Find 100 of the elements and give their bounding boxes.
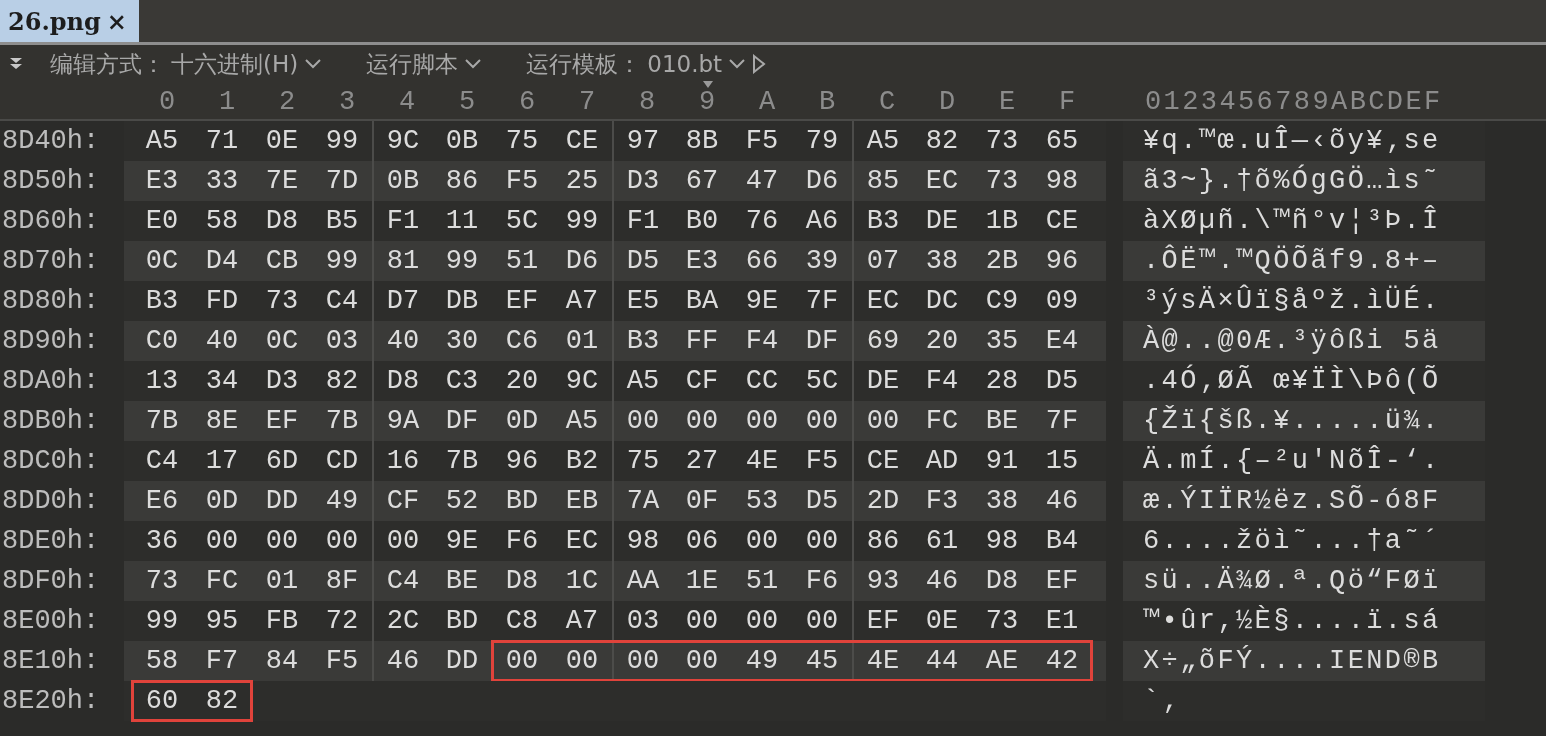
hex-byte: FC — [924, 405, 960, 438]
column-header: 0 — [158, 87, 176, 117]
hex-byte: D6 — [564, 245, 600, 278]
hex-byte: 9E — [744, 285, 780, 318]
hex-byte: 98 — [1044, 165, 1080, 198]
hex-byte: 58 — [144, 645, 180, 678]
hex-byte: 98 — [984, 525, 1020, 558]
chevron-down-icon[interactable] — [304, 58, 323, 70]
column-header: C — [878, 87, 896, 117]
hex-byte: FB — [264, 605, 300, 638]
hex-byte: E6 — [144, 485, 180, 518]
hex-byte: F4 — [744, 325, 780, 358]
hex-byte: 00 — [804, 405, 840, 438]
row-address: 8DC0h: — [1, 446, 101, 476]
hex-byte: 36 — [144, 525, 180, 558]
hex-byte: D5 — [804, 485, 840, 518]
hex-byte: D8 — [264, 205, 300, 238]
hex-byte: EC — [924, 165, 960, 198]
column-header: A — [758, 87, 776, 117]
row-address: 8DF0h: — [1, 566, 101, 596]
row-address: 8D70h: — [1, 246, 101, 276]
hex-byte: EC — [564, 525, 600, 558]
hex-byte: 00 — [324, 525, 360, 558]
hex-byte: 49 — [744, 645, 780, 678]
hex-byte: 7E — [264, 165, 300, 198]
hex-byte: 82 — [324, 365, 360, 398]
hex-byte: CF — [684, 365, 720, 398]
hex-byte: 49 — [324, 485, 360, 518]
hex-byte: 7F — [804, 285, 840, 318]
hex-byte: D6 — [804, 165, 840, 198]
hex-byte: 96 — [1044, 245, 1080, 278]
hex-byte: 34 — [204, 365, 240, 398]
hex-byte: 13 — [144, 365, 180, 398]
hex-byte: 67 — [684, 165, 720, 198]
hex-byte: 51 — [744, 565, 780, 598]
hex-byte: D3 — [264, 365, 300, 398]
column-header: 8 — [638, 87, 656, 117]
row-address: 8E10h: — [1, 646, 101, 676]
hex-byte: 0D — [204, 485, 240, 518]
hex-byte: 4E — [744, 445, 780, 478]
hex-byte: D8 — [504, 565, 540, 598]
chevron-down-icon[interactable] — [464, 58, 483, 70]
hex-byte: 99 — [144, 605, 180, 638]
file-tab[interactable]: 26.png × — [0, 0, 139, 42]
hex-byte: E3 — [684, 245, 720, 278]
row-address: 8E00h: — [1, 606, 101, 636]
hex-byte: 82 — [204, 685, 240, 718]
column-header: 4 — [398, 87, 416, 117]
hex-byte: 09 — [1044, 285, 1080, 318]
hex-byte: 73 — [984, 605, 1020, 638]
ascii-text: sü..Ä¾Ø.ª.Qö“FØï — [1123, 561, 1485, 601]
hex-byte: 00 — [564, 645, 600, 678]
hex-byte: 99 — [324, 245, 360, 278]
hex-byte: 86 — [444, 165, 480, 198]
hex-byte: EF — [1044, 565, 1080, 598]
hex-byte: 1C — [564, 565, 600, 598]
hex-byte: CB — [264, 245, 300, 278]
edit-as-value[interactable]: 十六进制(H) — [171, 48, 299, 80]
column-header: F — [1058, 87, 1076, 117]
ascii-text: X÷„õFÝ....IEND®B — [1123, 641, 1485, 681]
hex-byte: 00 — [504, 645, 540, 678]
hex-byte: BD — [504, 485, 540, 518]
hex-byte: 20 — [504, 365, 540, 398]
hex-byte: 8F — [324, 565, 360, 598]
hex-byte: 00 — [684, 405, 720, 438]
hex-byte: A5 — [564, 405, 600, 438]
hex-byte: 61 — [924, 525, 960, 558]
column-header: 3 — [338, 87, 356, 117]
play-icon[interactable] — [752, 54, 767, 74]
hex-byte: 00 — [204, 525, 240, 558]
column-header: D — [938, 87, 956, 117]
hex-byte: 7B — [324, 405, 360, 438]
hex-byte: 06 — [684, 525, 720, 558]
hex-byte: 00 — [744, 405, 780, 438]
hex-byte: 99 — [564, 205, 600, 238]
template-value[interactable]: 010.bt — [647, 51, 723, 77]
hex-byte: C0 — [144, 325, 180, 358]
collapse-icon[interactable] — [8, 56, 24, 72]
row-address: 8D60h: — [1, 206, 101, 236]
hex-byte: 51 — [504, 245, 540, 278]
hex-byte: F3 — [924, 485, 960, 518]
chevron-down-icon[interactable] — [728, 58, 747, 70]
hex-byte: C3 — [444, 365, 480, 398]
hex-byte: 30 — [444, 325, 480, 358]
run-script-menu[interactable]: 运行脚本 — [366, 48, 459, 80]
row-address: 8D50h: — [1, 166, 101, 196]
close-icon[interactable]: × — [106, 6, 127, 36]
hex-byte: 73 — [984, 165, 1020, 198]
hex-byte: 72 — [324, 605, 360, 638]
column-header: B — [818, 87, 836, 117]
hex-byte: 73 — [264, 285, 300, 318]
hex-byte: 8E — [204, 405, 240, 438]
hex-byte: 7B — [144, 405, 180, 438]
hex-byte: F6 — [504, 525, 540, 558]
row-address: 8E20h: — [1, 686, 101, 716]
hex-byte: 96 — [504, 445, 540, 478]
hex-byte: 33 — [204, 165, 240, 198]
hex-byte: 5C — [804, 365, 840, 398]
hex-byte: F4 — [924, 365, 960, 398]
hex-byte: E0 — [144, 205, 180, 238]
